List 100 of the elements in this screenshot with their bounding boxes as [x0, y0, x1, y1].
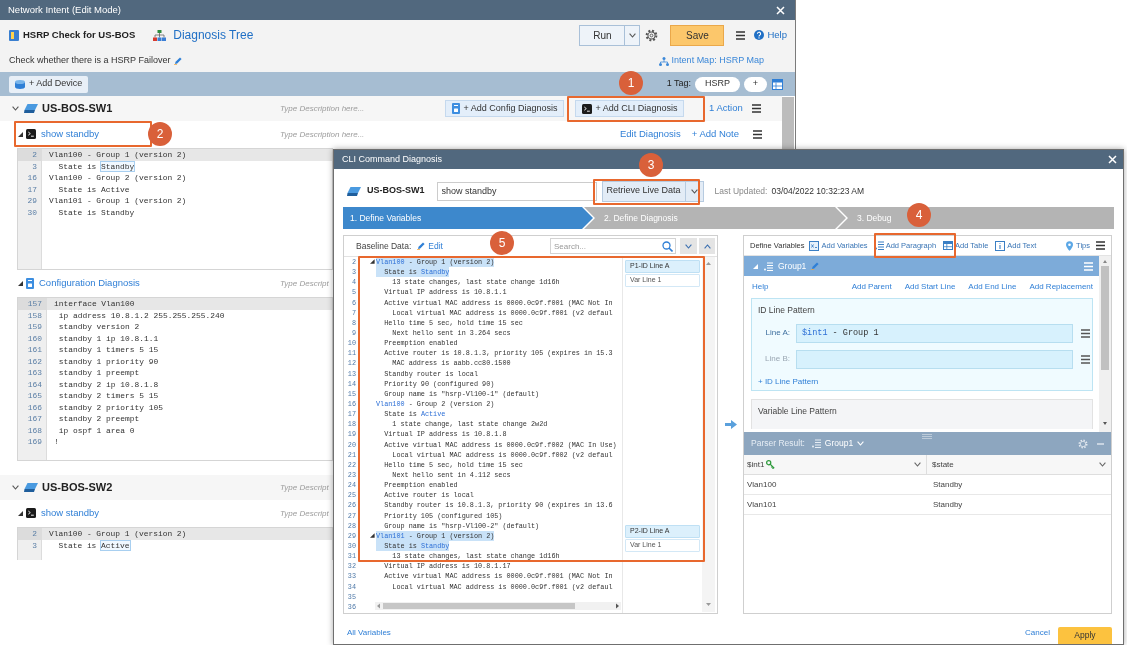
- search-previous-button[interactable]: [699, 238, 715, 254]
- pencil-icon[interactable]: [174, 57, 183, 65]
- menu-icon[interactable]: [1096, 241, 1105, 250]
- pattern-field[interactable]: [796, 349, 1073, 369]
- expanded-triangle-icon[interactable]: [18, 131, 23, 137]
- pattern-action-link[interactable]: Add Start Line: [904, 281, 956, 293]
- intent-name: HSRP Check for US-BOS: [23, 27, 136, 42]
- table-view-icon[interactable]: [772, 78, 783, 90]
- switch-icon: [24, 104, 38, 113]
- add-pattern-link[interactable]: + ID Line Pattern: [758, 375, 1092, 388]
- diagnosis-action-link[interactable]: Edit Diagnosis: [620, 126, 681, 142]
- chevron-down-icon[interactable]: [914, 462, 921, 467]
- add-device-button[interactable]: + Add Device: [9, 75, 89, 93]
- pattern-field[interactable]: $int1 - Group 1: [796, 323, 1073, 343]
- table-cell-text: Vlan101: [746, 498, 778, 511]
- add-config-diagnosis-button[interactable]: + Add Config Diagnosis: [445, 100, 564, 117]
- tag-chip[interactable]: HSRP: [695, 76, 740, 92]
- action-count-link[interactable]: 1 Action: [709, 101, 743, 116]
- vertical-scrollbar[interactable]: [782, 97, 794, 150]
- field-label: Line A:: [764, 327, 791, 340]
- save-button[interactable]: Save: [670, 24, 725, 46]
- device-name: US-BOS-SW2: [42, 480, 113, 496]
- menu-icon[interactable]: [1081, 328, 1090, 338]
- device-name: US-BOS-SW1: [367, 184, 425, 198]
- table-cell-text: Standby: [932, 498, 964, 511]
- arrow-right-icon: [724, 420, 737, 429]
- tag-count: 1 Tag:: [666, 77, 691, 91]
- run-button[interactable]: Run: [579, 24, 626, 46]
- diagnosis-link[interactable]: Configuration Diagnosis: [39, 275, 140, 291]
- table-cell-text: Vlan100: [746, 478, 778, 491]
- column-header[interactable]: $int1: [744, 455, 927, 474]
- chevron-down-icon[interactable]: [12, 485, 19, 490]
- network-map-icon: [658, 56, 669, 66]
- last-updated-label: Last Updated:: [714, 184, 768, 198]
- description-field[interactable]: Type Descript: [280, 274, 333, 292]
- all-variables-link[interactable]: All Variables: [347, 627, 391, 639]
- diagnosis-link[interactable]: show standby: [41, 505, 100, 521]
- last-updated-time: 03/04/2022 10:32:23 AM: [771, 184, 865, 198]
- add-cli-diagnosis-button[interactable]: + Add CLI Diagnosis: [575, 100, 684, 117]
- settings-icon[interactable]: [645, 28, 659, 42]
- description-field[interactable]: Type Descript: [280, 478, 333, 497]
- close-icon[interactable]: [1108, 155, 1117, 164]
- menu-icon[interactable]: [751, 104, 761, 113]
- step-tab[interactable]: 1. Define Variables: [343, 207, 593, 229]
- retrieve-live-data-button[interactable]: Retrieve Live Data: [601, 180, 686, 202]
- dialog-title: CLI Command Diagnosis: [342, 152, 443, 166]
- horizontal-scrollbar[interactable]: [375, 602, 621, 610]
- device-name: US-BOS-SW1: [42, 101, 113, 117]
- description-field[interactable]: Type Description here...: [280, 99, 440, 118]
- diagnosis-tree-link[interactable]: Diagnosis Tree: [173, 26, 254, 44]
- grip-handle-icon[interactable]: [922, 434, 932, 439]
- chevron-down-icon[interactable]: [12, 106, 19, 111]
- pattern-action-link[interactable]: Add End Line: [968, 281, 1017, 293]
- diagnosis-action-link[interactable]: + Add Note: [691, 126, 739, 142]
- description-field[interactable]: Type Description here...: [280, 125, 440, 143]
- description-field[interactable]: Type Descript: [280, 504, 333, 522]
- chevron-down-icon[interactable]: [1099, 462, 1106, 467]
- diagnosis-link[interactable]: show standby: [41, 126, 100, 142]
- menu-icon[interactable]: [753, 129, 762, 139]
- close-icon[interactable]: [776, 5, 785, 15]
- add-tag-button[interactable]: +: [744, 76, 767, 92]
- edit-link[interactable]: Edit: [428, 239, 443, 253]
- card-title: Variable Line Pattern: [758, 405, 838, 418]
- cancel-link[interactable]: Cancel: [1025, 627, 1050, 639]
- expanded-triangle-icon[interactable]: [18, 510, 23, 516]
- search-next-button[interactable]: [680, 238, 697, 254]
- table-icon: [943, 241, 954, 250]
- menu-icon[interactable]: [1081, 354, 1090, 364]
- intent-description: Check whether there is a HSRP Failover: [9, 54, 171, 68]
- expanded-triangle-icon[interactable]: [18, 280, 23, 286]
- help-link[interactable]: Help: [752, 281, 769, 293]
- terminal-icon: [26, 129, 36, 139]
- key-icon: [766, 460, 776, 469]
- pattern-action-link[interactable]: Add Parent: [851, 281, 892, 293]
- terminal-icon: [581, 103, 592, 114]
- help-link[interactable]: Help: [767, 27, 787, 43]
- table-cell-text: Standby: [932, 478, 964, 491]
- paragraph-icon: [811, 439, 821, 448]
- chevron-down-icon: [628, 32, 636, 38]
- config-file-icon: [26, 277, 34, 289]
- command-field[interactable]: show standby: [436, 181, 597, 201]
- vertical-scrollbar[interactable]: [1099, 256, 1111, 432]
- variable-box-icon: [809, 240, 820, 251]
- window-title: Network Intent (Edit Mode): [8, 2, 121, 17]
- column-header[interactable]: $state: [927, 455, 1111, 474]
- tree-icon: [153, 29, 167, 41]
- menu-icon[interactable]: [736, 30, 746, 40]
- pencil-icon[interactable]: [417, 242, 426, 250]
- help-icon[interactable]: [754, 30, 765, 40]
- pin-icon: [1066, 240, 1074, 251]
- field-label: Line B:: [764, 353, 791, 366]
- pattern-action-link[interactable]: Add Replacement: [1029, 281, 1093, 293]
- apply-button[interactable]: Apply: [1058, 627, 1112, 644]
- config-file-icon: [451, 103, 460, 114]
- chevron-down-icon: [685, 243, 692, 249]
- intent-map-link[interactable]: Intent Map: HSRP Map: [671, 54, 764, 68]
- column-title: $state: [932, 458, 954, 471]
- switch-icon: [24, 483, 38, 492]
- parser-result-label: Parser Result:: [751, 437, 805, 450]
- card-title: ID Line Pattern: [758, 304, 816, 317]
